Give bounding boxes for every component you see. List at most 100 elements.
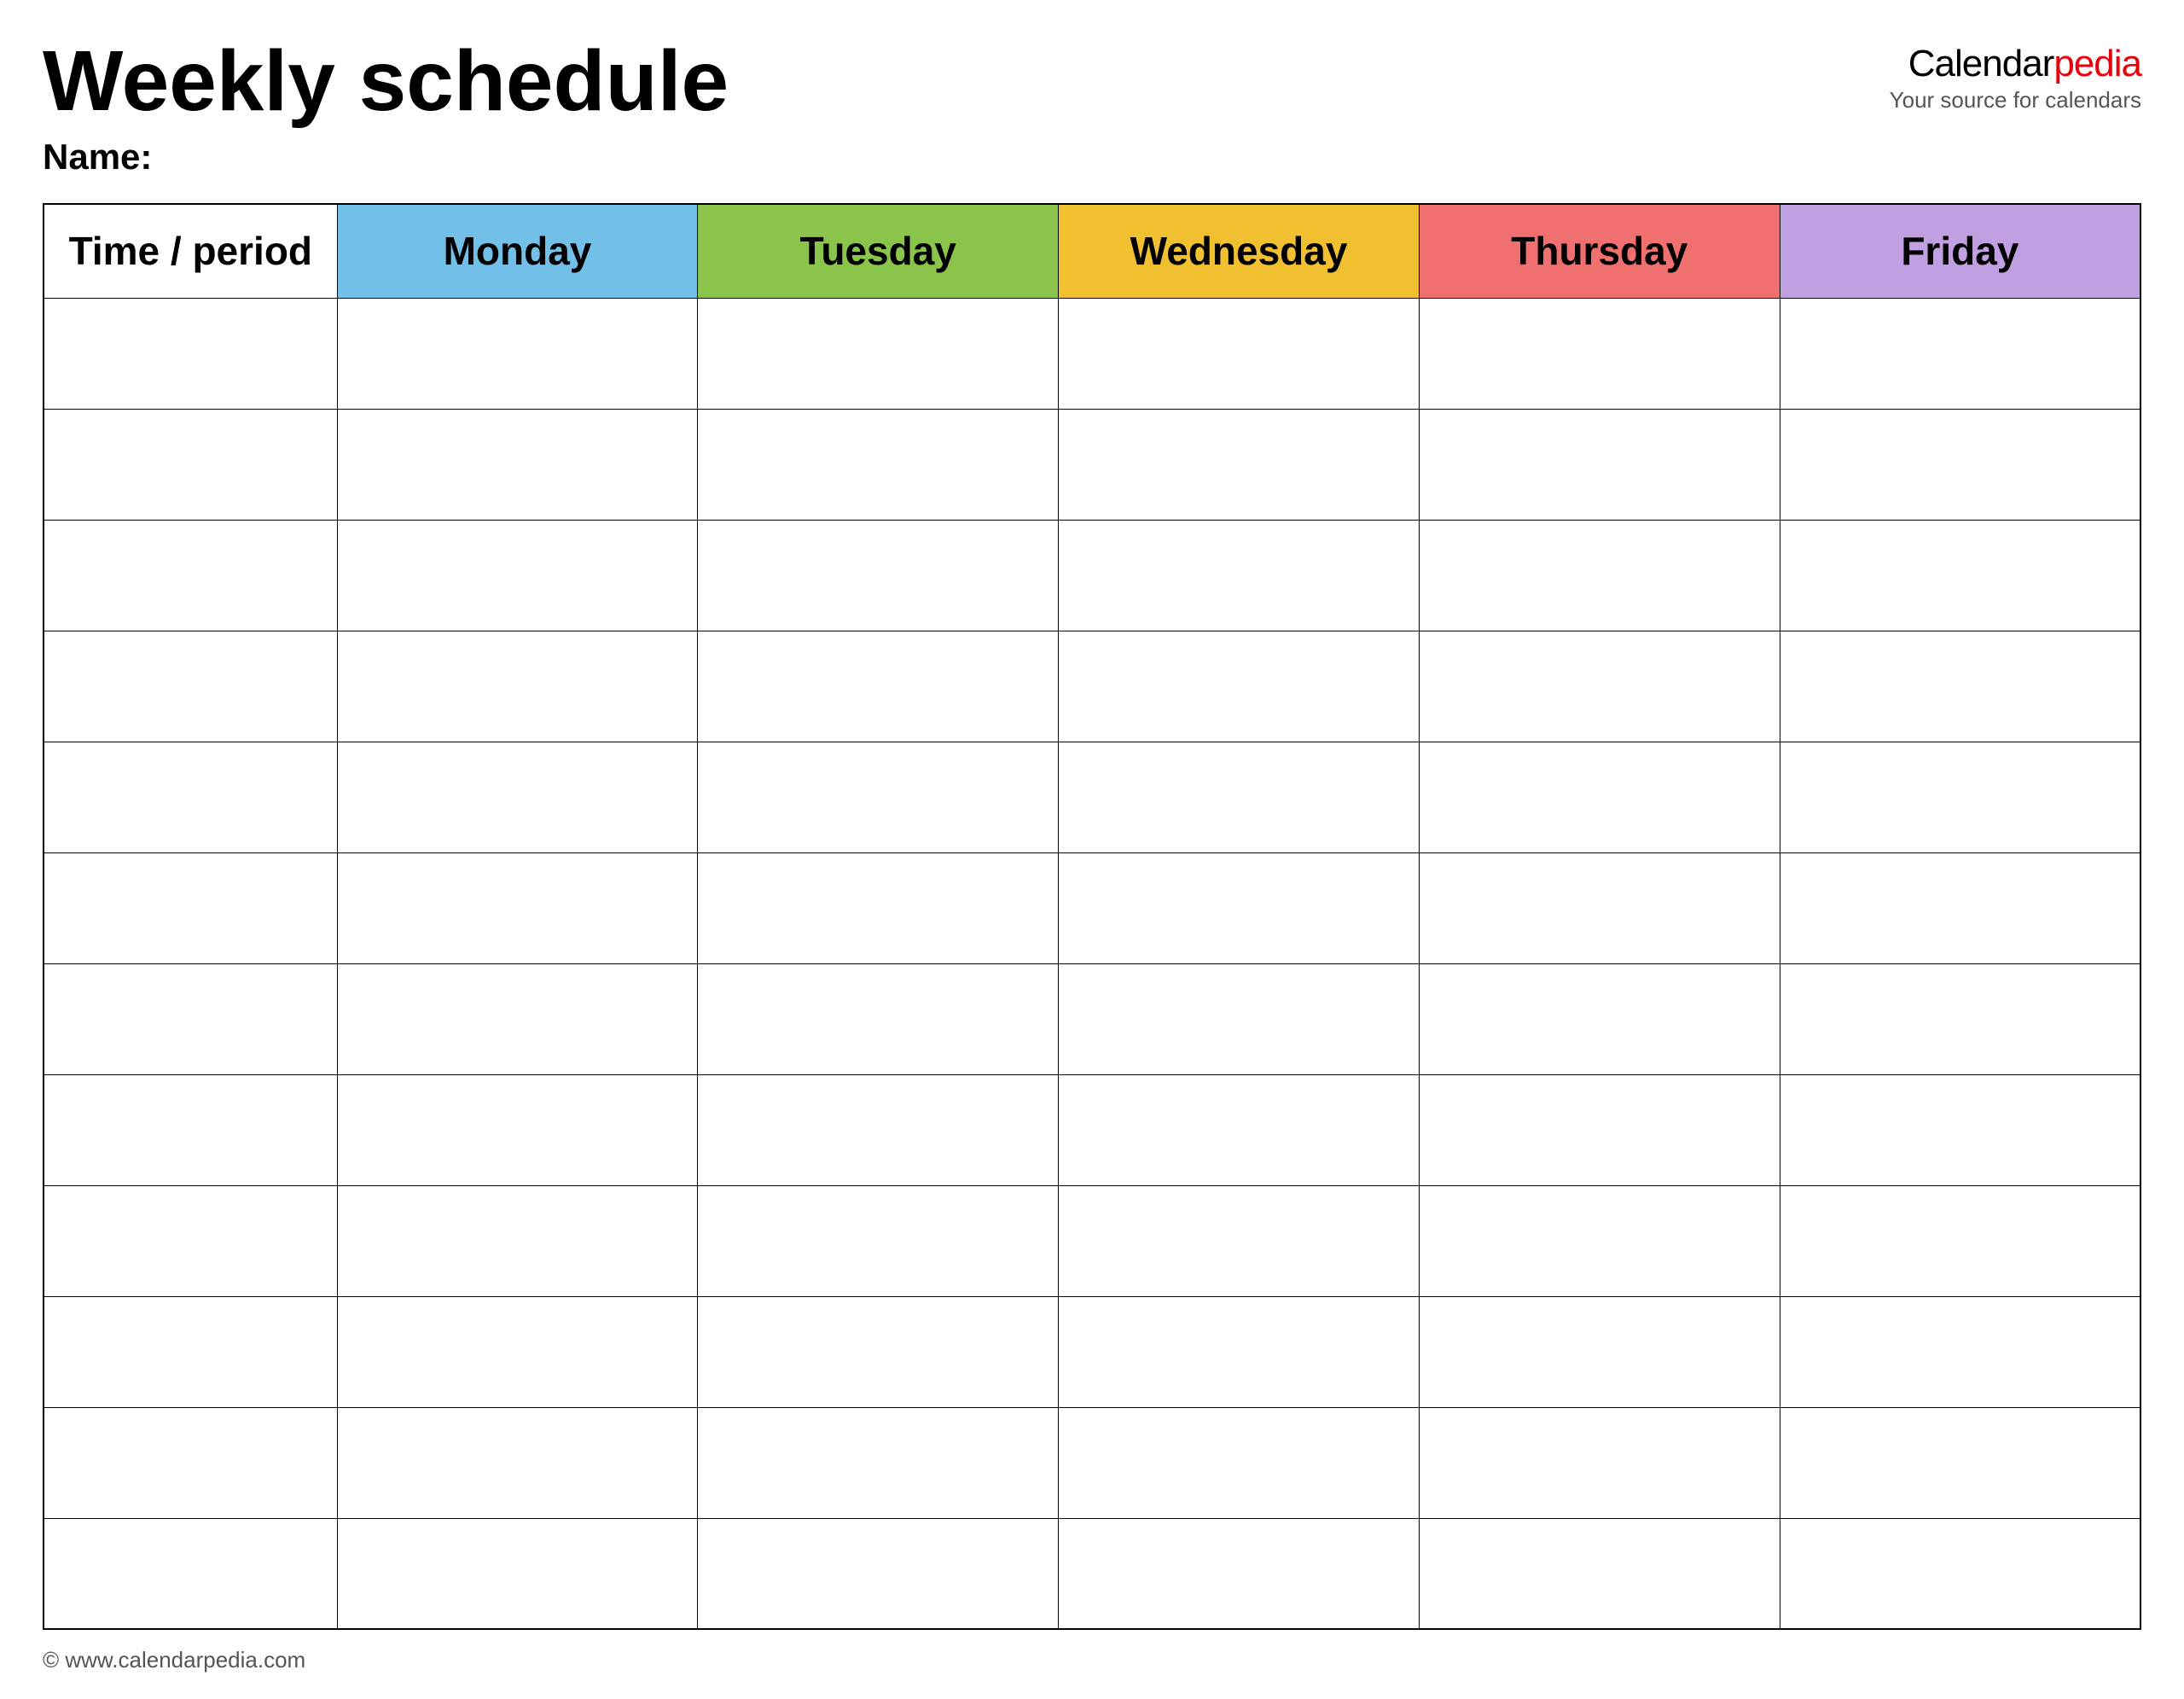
table-cell[interactable] (1059, 742, 1420, 852)
table-cell[interactable] (1780, 1296, 2140, 1407)
table-cell[interactable] (1059, 1407, 1420, 1518)
table-cell[interactable] (1059, 520, 1420, 631)
table-cell[interactable] (698, 409, 1059, 520)
table-cell[interactable] (1059, 631, 1420, 742)
footer-url: © www.calendarpedia.com (43, 1647, 305, 1673)
table-cell[interactable] (1419, 1296, 1780, 1407)
header: Weekly schedule Name: Calendarpedia Your… (43, 34, 2141, 177)
table-row (44, 963, 2140, 1074)
table-cell[interactable] (337, 1074, 698, 1185)
table-cell[interactable] (44, 409, 337, 520)
table-row (44, 1518, 2140, 1629)
table-cell[interactable] (44, 742, 337, 852)
table-cell[interactable] (44, 1185, 337, 1296)
table-cell[interactable] (1419, 742, 1780, 852)
logo-pedia: pedia (2053, 43, 2141, 84)
name-label: Name: (43, 137, 729, 177)
table-cell[interactable] (698, 298, 1059, 409)
table-cell[interactable] (1780, 1518, 2140, 1629)
table-cell[interactable] (44, 1074, 337, 1185)
table-cell[interactable] (698, 963, 1059, 1074)
table-row (44, 852, 2140, 963)
table-cell[interactable] (337, 409, 698, 520)
table-cell[interactable] (337, 1518, 698, 1629)
table-cell[interactable] (698, 742, 1059, 852)
table-cell[interactable] (1780, 852, 2140, 963)
table-cell[interactable] (44, 963, 337, 1074)
table-cell[interactable] (337, 298, 698, 409)
table-cell[interactable] (698, 1185, 1059, 1296)
table-cell[interactable] (1780, 742, 2140, 852)
table-cell[interactable] (44, 520, 337, 631)
header-row: Time / period Monday Tuesday Wednesday T… (44, 204, 2140, 298)
schedule-table: Time / period Monday Tuesday Wednesday T… (43, 203, 2141, 1630)
table-cell[interactable] (1419, 298, 1780, 409)
table-cell[interactable] (1059, 409, 1420, 520)
table-row (44, 631, 2140, 742)
table-cell[interactable] (337, 631, 698, 742)
table-cell[interactable] (44, 1407, 337, 1518)
logo-calendar: Calendar (1908, 43, 2054, 84)
table-cell[interactable] (337, 963, 698, 1074)
table-cell[interactable] (44, 852, 337, 963)
table-cell[interactable] (1780, 1185, 2140, 1296)
table-cell[interactable] (1059, 852, 1420, 963)
table-cell[interactable] (1059, 1518, 1420, 1629)
title-block: Weekly schedule Name: (43, 34, 729, 177)
table-cell[interactable] (1780, 520, 2140, 631)
page-title: Weekly schedule (43, 34, 729, 128)
table-cell[interactable] (1780, 963, 2140, 1074)
table-cell[interactable] (698, 520, 1059, 631)
table-cell[interactable] (1780, 631, 2140, 742)
logo-tagline: Your source for calendars (1890, 87, 2141, 113)
table-cell[interactable] (1419, 409, 1780, 520)
table-cell[interactable] (698, 1074, 1059, 1185)
table-cell[interactable] (44, 298, 337, 409)
table-cell[interactable] (698, 1296, 1059, 1407)
table-cell[interactable] (1059, 1074, 1420, 1185)
table-row (44, 409, 2140, 520)
table-cell[interactable] (1419, 852, 1780, 963)
table-cell[interactable] (44, 1296, 337, 1407)
table-row (44, 520, 2140, 631)
col-header-friday: Friday (1780, 204, 2140, 298)
table-cell[interactable] (698, 1518, 1059, 1629)
table-cell[interactable] (698, 1407, 1059, 1518)
table-row (44, 1074, 2140, 1185)
table-cell[interactable] (1780, 298, 2140, 409)
col-header-wednesday: Wednesday (1059, 204, 1420, 298)
table-cell[interactable] (1419, 520, 1780, 631)
col-header-time: Time / period (44, 204, 337, 298)
table-row (44, 298, 2140, 409)
table-row (44, 1407, 2140, 1518)
table-cell[interactable] (698, 631, 1059, 742)
table-body (44, 298, 2140, 1629)
table-cell[interactable] (1780, 1074, 2140, 1185)
table-cell[interactable] (1059, 1296, 1420, 1407)
table-cell[interactable] (337, 742, 698, 852)
table-cell[interactable] (1419, 1185, 1780, 1296)
table-row (44, 1185, 2140, 1296)
table-cell[interactable] (1419, 631, 1780, 742)
table-cell[interactable] (1780, 409, 2140, 520)
table-cell[interactable] (44, 1518, 337, 1629)
table-row (44, 742, 2140, 852)
table-cell[interactable] (1059, 963, 1420, 1074)
table-cell[interactable] (1419, 963, 1780, 1074)
table-cell[interactable] (337, 1296, 698, 1407)
table-cell[interactable] (1780, 1407, 2140, 1518)
table-cell[interactable] (337, 1185, 698, 1296)
logo-block: Calendarpedia Your source for calendars (1890, 43, 2141, 113)
table-cell[interactable] (44, 631, 337, 742)
table-cell[interactable] (337, 520, 698, 631)
table-cell[interactable] (1419, 1518, 1780, 1629)
table-cell[interactable] (337, 852, 698, 963)
table-cell[interactable] (698, 852, 1059, 963)
col-header-monday: Monday (337, 204, 698, 298)
table-cell[interactable] (1419, 1407, 1780, 1518)
table-cell[interactable] (1419, 1074, 1780, 1185)
table-cell[interactable] (337, 1407, 698, 1518)
table-cell[interactable] (1059, 1185, 1420, 1296)
col-header-tuesday: Tuesday (698, 204, 1059, 298)
table-cell[interactable] (1059, 298, 1420, 409)
